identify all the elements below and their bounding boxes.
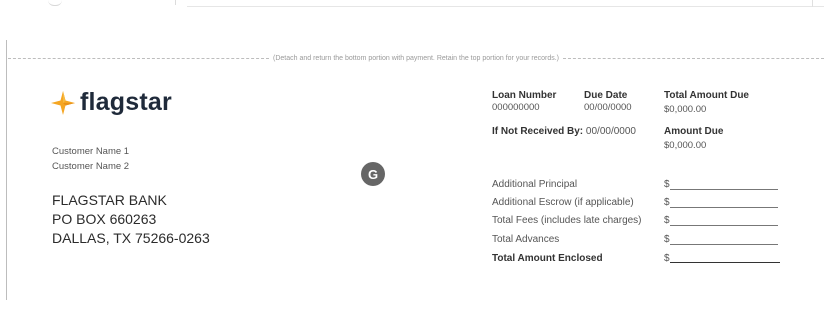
not-received-value: 00/00/0000 xyxy=(585,126,636,137)
total-fees-currency: $ xyxy=(664,215,670,226)
additional-escrow-label: Additional Escrow (if applicable) xyxy=(492,197,634,208)
not-received-label: If Not Received By: xyxy=(492,126,584,137)
total-amount-due-label: Total Amount Due xyxy=(664,90,749,101)
loan-number-value: 000000000 xyxy=(492,102,540,113)
total-fees-label: Total Fees (includes late charges) xyxy=(492,215,642,226)
amount-due-value: $0,000.00 xyxy=(664,140,707,151)
total-amount-enclosed-currency: $ xyxy=(664,253,670,264)
additional-principal-currency: $ xyxy=(664,179,670,190)
additional-escrow-currency: $ xyxy=(664,197,670,208)
left-border xyxy=(6,40,7,300)
amount-due-label: Amount Due xyxy=(664,126,724,137)
additional-escrow-input-line[interactable] xyxy=(670,207,778,208)
detach-line: (Detach and return the bottom portion wi… xyxy=(8,54,824,62)
top-edge-mark xyxy=(48,0,62,6)
address-line-3: DALLAS, TX 75266-0263 xyxy=(52,230,210,246)
total-advances-input-line[interactable] xyxy=(670,244,778,245)
address-line-2: PO BOX 660263 xyxy=(52,211,157,227)
address-line-1: FLAGSTAR BANK xyxy=(52,192,167,208)
customer-name-2: Customer Name 2 xyxy=(52,161,130,172)
not-received-by: If Not Received By: 00/00/0000 xyxy=(492,126,636,137)
additional-principal-input-line[interactable] xyxy=(670,189,778,190)
total-advances-label: Total Advances xyxy=(492,234,560,245)
detach-dash-left xyxy=(8,57,270,59)
total-amount-enclosed-input-line[interactable] xyxy=(670,262,780,264)
detach-instruction: (Detach and return the bottom portion wi… xyxy=(273,54,559,62)
customer-name-1: Customer Name 1 xyxy=(52,146,130,157)
total-fees-input-line[interactable] xyxy=(670,225,778,226)
top-edge-line xyxy=(187,6,824,7)
loan-number-label: Loan Number xyxy=(492,90,557,101)
total-advances-currency: $ xyxy=(664,234,670,245)
flagstar-logo: flagstar xyxy=(50,88,172,117)
total-amount-due-value: $0,000.00 xyxy=(664,104,707,115)
due-date-value: 00/00/0000 xyxy=(584,102,632,113)
g-badge: G xyxy=(361,162,385,186)
logo-wordmark: flagstar xyxy=(80,88,172,116)
flagstar-logo-icon xyxy=(51,90,75,115)
top-edge-tick-right xyxy=(812,0,813,7)
detach-dash-right xyxy=(563,57,824,59)
top-edge-tick xyxy=(175,0,176,5)
total-amount-enclosed-label: Total Amount Enclosed xyxy=(492,253,603,264)
due-date-label: Due Date xyxy=(584,90,628,101)
additional-principal-label: Additional Principal xyxy=(492,179,578,190)
